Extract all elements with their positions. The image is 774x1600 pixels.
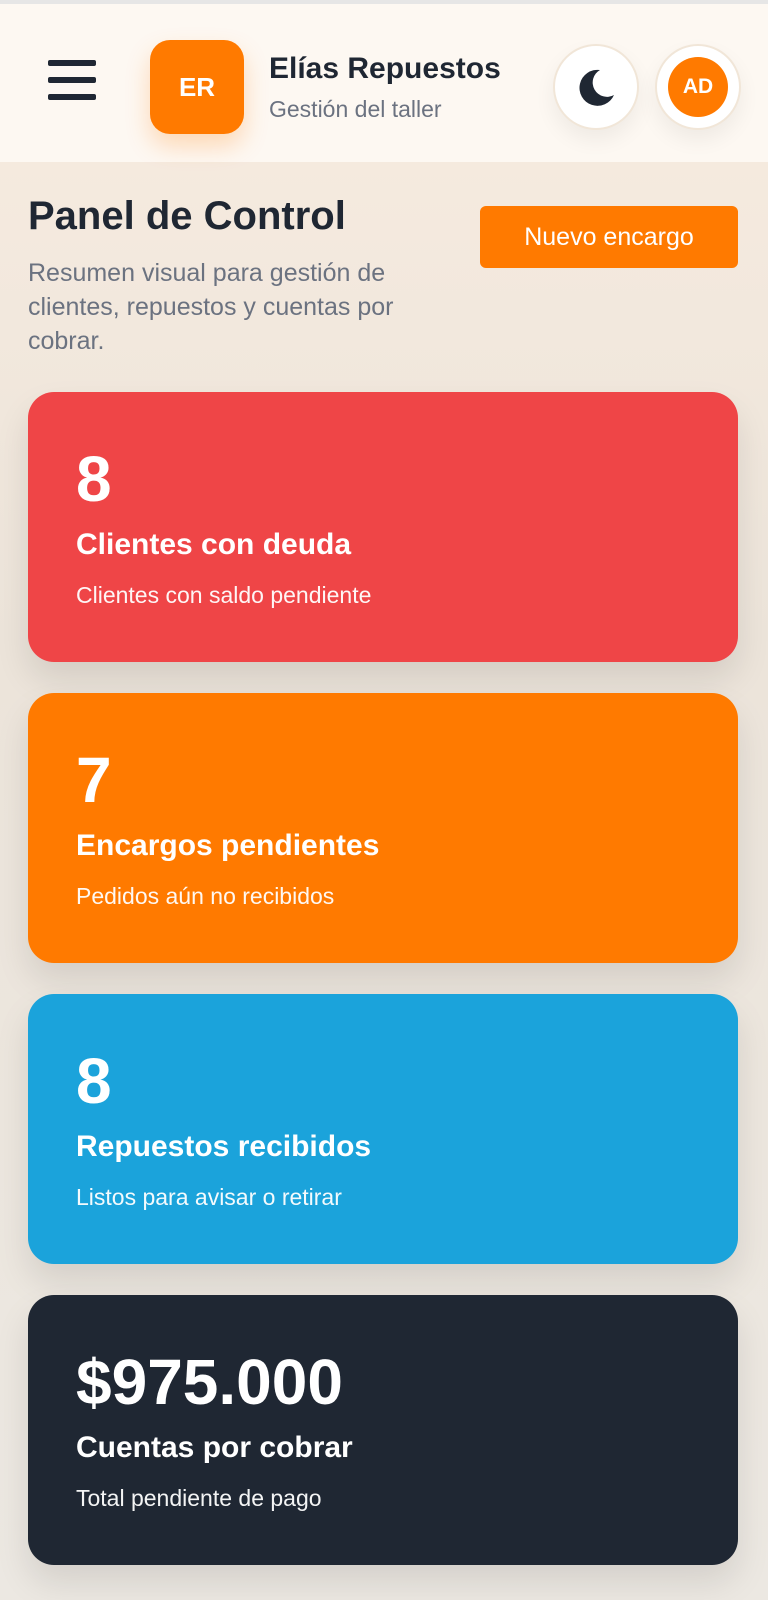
card-received-parts[interactable]: 8 Repuestos recibidos Listos para avisar…	[28, 994, 738, 1264]
app-header: ER Elías Repuestos Gestión del taller AD	[0, 4, 768, 162]
card-title: Cuentas por cobrar	[76, 1431, 353, 1464]
brand-logo: ER	[150, 40, 244, 134]
card-value: 8	[76, 443, 112, 515]
brand-subtitle: Gestión del taller	[269, 96, 442, 122]
card-subtitle: Listos para avisar o retirar	[76, 1184, 342, 1210]
avatar: AD	[668, 57, 728, 117]
window-right-edge	[768, 0, 774, 1600]
card-accounts-receivable[interactable]: $975.000 Cuentas por cobrar Total pendie…	[28, 1295, 738, 1565]
page-description: Resumen visual para gestión de clientes,…	[28, 259, 394, 355]
card-title: Encargos pendientes	[76, 829, 380, 862]
user-avatar-button[interactable]: AD	[655, 44, 741, 130]
moon-icon	[579, 69, 614, 106]
menu-icon[interactable]	[44, 56, 100, 104]
card-value: 7	[76, 744, 112, 816]
brand-name: Elías Repuestos	[269, 52, 501, 85]
card-subtitle: Total pendiente de pago	[76, 1485, 322, 1511]
theme-toggle-button[interactable]	[553, 44, 639, 130]
card-value: $975.000	[76, 1346, 343, 1418]
card-value: 8	[76, 1045, 112, 1117]
new-order-button[interactable]: Nuevo encargo	[480, 206, 738, 268]
card-title: Clientes con deuda	[76, 528, 352, 561]
page-title: Panel de Control	[28, 194, 346, 238]
card-subtitle: Pedidos aún no recibidos	[76, 883, 335, 909]
card-clients-debt[interactable]: 8 Clientes con deuda Clientes con saldo …	[28, 392, 738, 662]
card-pending-orders[interactable]: 7 Encargos pendientes Pedidos aún no rec…	[28, 693, 738, 963]
card-subtitle: Clientes con saldo pendiente	[76, 582, 372, 608]
card-title: Repuestos recibidos	[76, 1130, 372, 1163]
